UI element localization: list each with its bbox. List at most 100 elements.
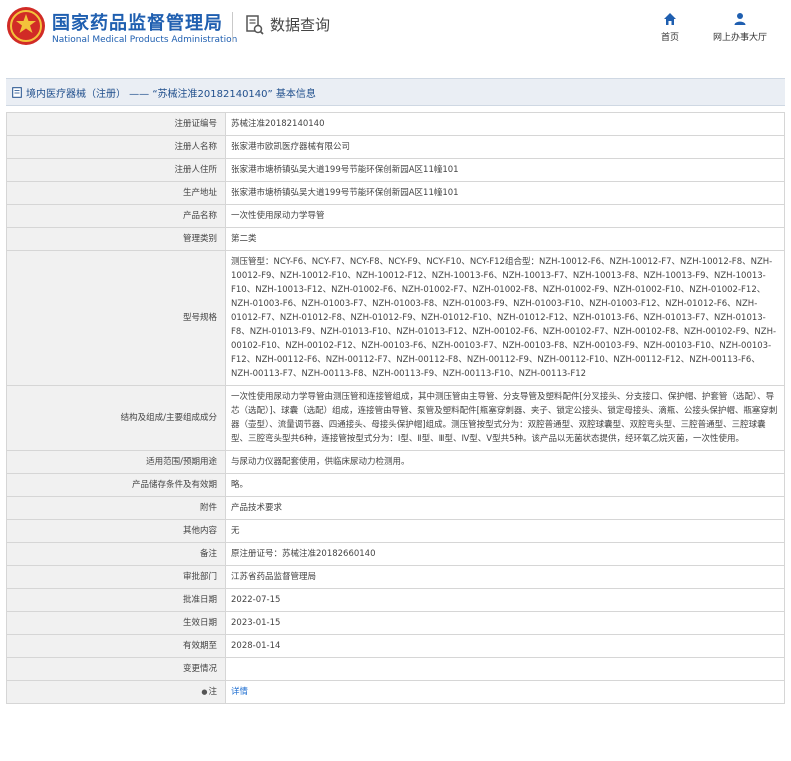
table-row: 备注 原注册证号：苏械注准20182660140 <box>6 542 785 566</box>
row-label-text: 注册人名称 <box>174 142 217 152</box>
row-label: 批准日期 <box>6 588 226 612</box>
table-row: 注册人名称 张家港市欧凯医疗器械有限公司 <box>6 135 785 159</box>
row-label: 结构及组成/主要组成成分 <box>6 385 226 451</box>
row-value-text: 第二类 <box>231 234 257 244</box>
row-label: 变更情况 <box>6 657 226 681</box>
row-label-text: 生产地址 <box>182 188 217 198</box>
row-value[interactable]: 详情 <box>225 680 785 704</box>
table-row: 管理类别 第二类 <box>6 227 785 251</box>
site-header: 国家药品监督管理局 National Medical Products Admi… <box>0 0 791 60</box>
breadcrumb-text: 境内医疗器械（注册） —— “苏械注准20182140140” 基本信息 <box>26 88 316 100</box>
nav-home[interactable]: 首页 <box>661 12 679 43</box>
row-value: 张家港市欧凯医疗器械有限公司 <box>225 135 785 159</box>
row-label: 注册人住所 <box>6 158 226 182</box>
brand-title[interactable]: 国家药品监督管理局 <box>52 9 223 35</box>
row-label-text: 管理类别 <box>182 234 217 244</box>
row-label: 附件 <box>6 496 226 520</box>
row-value-text: 测压管型：NCY-F6、NCY-F7、NCY-F8、NCY-F9、NCY-F10… <box>231 257 777 379</box>
row-label: 有效期至 <box>6 634 226 658</box>
row-value: 与尿动力仪器配套使用，供临床尿动力检测用。 <box>225 450 785 474</box>
data-query-title: 数据查询 <box>246 14 330 35</box>
details-link[interactable]: 详情 <box>231 687 248 697</box>
row-value-text: 一次性使用尿动力学导管由测压管和连接管组成，其中测压管由主导管、分支导管及塑料配… <box>231 392 778 444</box>
table-row: 生效日期 2023-01-15 <box>6 611 785 635</box>
row-label-text: 附件 <box>199 503 217 513</box>
row-value: 原注册证号：苏械注准20182660140 <box>225 542 785 566</box>
user-icon <box>734 13 746 25</box>
row-label: 生产地址 <box>6 181 226 205</box>
nav-online-hall-label: 网上办事大厅 <box>713 33 768 43</box>
row-value: 2023-01-15 <box>225 611 785 635</box>
table-row: 批准日期 2022-07-15 <box>6 588 785 612</box>
row-value-text: 江苏省药品监督管理局 <box>231 572 317 582</box>
data-query-label: 数据查询 <box>270 16 331 34</box>
row-label-text: 备注 <box>199 549 217 559</box>
row-label-text: 批准日期 <box>182 595 217 605</box>
header-spacer <box>0 60 791 78</box>
row-value: 产品技术要求 <box>225 496 785 520</box>
table-row: 审批部门 江苏省药品监督管理局 <box>6 565 785 589</box>
bullet-icon: ● <box>201 688 208 696</box>
table-row: ●注 详情 <box>6 680 785 704</box>
row-value: 张家港市塘桥镇弘吴大道199号节能环保创新园A区11幢101 <box>225 181 785 205</box>
table-row: 注册证编号 苏械注准20182140140 <box>6 112 785 136</box>
table-row: 产品储存条件及有效期 略。 <box>6 473 785 497</box>
row-value <box>225 657 785 681</box>
row-value-text: 张家港市欧凯医疗器械有限公司 <box>231 142 351 152</box>
row-label-text: 注册人住所 <box>174 165 217 175</box>
row-label-text: 注 <box>208 687 217 697</box>
row-value: 江苏省药品监督管理局 <box>225 565 785 589</box>
row-value-text: 2023-01-15 <box>231 618 281 628</box>
document-search-icon <box>246 14 264 35</box>
row-value: 无 <box>225 519 785 543</box>
row-label: 适用范围/预期用途 <box>6 450 226 474</box>
row-value: 2022-07-15 <box>225 588 785 612</box>
detail-table: 注册证编号 苏械注准20182140140 注册人名称 张家港市欧凯医疗器械有限公司注… <box>6 112 785 704</box>
row-value: 测压管型：NCY-F6、NCY-F7、NCY-F8、NCY-F9、NCY-F10… <box>225 250 785 386</box>
row-value: 张家港市塘桥镇弘吴大道199号节能环保创新园A区11幢101 <box>225 158 785 182</box>
brand-subtitle: National Medical Products Administration <box>52 35 238 45</box>
row-value: 一次性使用尿动力学导管由测压管和连接管组成，其中测压管由主导管、分支导管及塑料配… <box>225 385 785 451</box>
nav-home-label: 首页 <box>661 33 680 43</box>
row-label-text: 变更情况 <box>182 664 217 674</box>
row-label: 管理类别 <box>6 227 226 251</box>
row-value-text: 与尿动力仪器配套使用，供临床尿动力检测用。 <box>231 457 410 467</box>
table-row: 产品名称 一次性使用尿动力学导管 <box>6 204 785 228</box>
row-label: 生效日期 <box>6 611 226 635</box>
detail-table-wrapper: 注册证编号 苏械注准20182140140 注册人名称 张家港市欧凯医疗器械有限公司注… <box>6 112 785 704</box>
row-label: 注册人名称 <box>6 135 226 159</box>
row-label-text: 结构及组成/主要组成成分 <box>120 413 217 423</box>
nav-online-hall[interactable]: 网上办事大厅 <box>713 12 767 43</box>
row-label: 备注 <box>6 542 226 566</box>
row-value: 苏械注准20182140140 <box>225 112 785 136</box>
table-row: 结构及组成/主要组成成分 一次性使用尿动力学导管由测压管和连接管组成，其中测压管由… <box>6 385 785 451</box>
row-label: 审批部门 <box>6 565 226 589</box>
row-label-text: 注册证编号 <box>174 119 217 129</box>
row-value: 第二类 <box>225 227 785 251</box>
row-label-text: 生效日期 <box>182 618 217 628</box>
national-emblem-logo[interactable] <box>6 6 46 46</box>
table-row: 变更情况 <box>6 657 785 681</box>
row-value-text: 张家港市塘桥镇弘吴大道199号节能环保创新园A区11幢101 <box>231 188 459 198</box>
breadcrumb: 境内医疗器械（注册） —— “苏械注准20182140140” 基本信息 <box>6 78 785 106</box>
table-row: 适用范围/预期用途 与尿动力仪器配套使用，供临床尿动力检测用。 <box>6 450 785 474</box>
header-divider <box>232 12 233 42</box>
row-label-text: 其他内容 <box>182 526 217 536</box>
row-label-text: 产品储存条件及有效期 <box>131 480 217 490</box>
table-row: 生产地址 张家港市塘桥镇弘吴大道199号节能环保创新园A区11幢101 <box>6 181 785 205</box>
document-icon <box>12 86 22 98</box>
row-value-text: 原注册证号：苏械注准20182660140 <box>231 549 376 559</box>
row-value-text: 一次性使用尿动力学导管 <box>231 211 325 221</box>
home-icon <box>664 13 676 25</box>
row-value: 略。 <box>225 473 785 497</box>
row-label: ●注 <box>6 680 226 704</box>
table-row: 有效期至 2028-01-14 <box>6 634 785 658</box>
row-label: 型号规格 <box>6 250 226 386</box>
table-row: 其他内容 无 <box>6 519 785 543</box>
row-label-text: 审批部门 <box>182 572 217 582</box>
row-value-text: 无 <box>231 526 240 536</box>
row-label-text: 有效期至 <box>182 641 217 651</box>
table-row: 型号规格 测压管型：NCY-F6、NCY-F7、NCY-F8、NCY-F9、NCY… <box>6 250 785 386</box>
row-label-text: 产品名称 <box>182 211 217 221</box>
row-value-text: 张家港市塘桥镇弘吴大道199号节能环保创新园A区11幢101 <box>231 165 459 175</box>
